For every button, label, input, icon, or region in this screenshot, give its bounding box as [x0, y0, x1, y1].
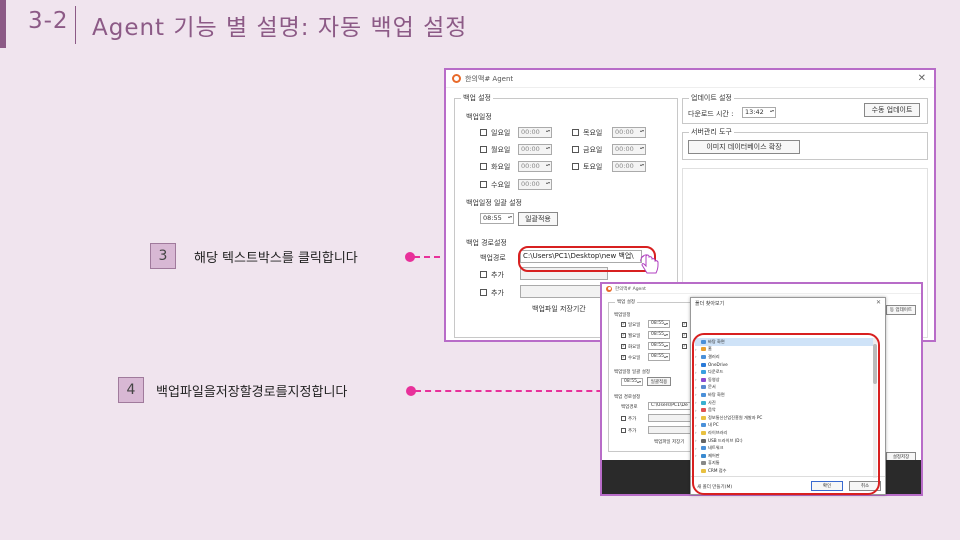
server-tools-group-title: 서버관리 도구: [689, 127, 734, 137]
schedule-label: 백업일정: [466, 113, 492, 121]
small-path-label: 백업경로: [621, 405, 638, 410]
download-time-label: 다운로드 시간 :: [688, 110, 734, 118]
small-checkbox-col2-3[interactable]: [682, 343, 687, 349]
download-time-input[interactable]: 13:42: [742, 107, 776, 118]
app-logo-icon-small: [606, 285, 612, 292]
small-add-2-input[interactable]: [648, 426, 692, 434]
checkbox-monday[interactable]: [480, 146, 487, 153]
bulk-time-input[interactable]: 08:55: [480, 213, 514, 224]
small-checkbox-add-2[interactable]: [621, 428, 626, 433]
retention-label: 백업파일 저장기간: [532, 305, 586, 313]
close-icon[interactable]: ✕: [918, 73, 926, 84]
small-bulk-time-input[interactable]: 08:55: [621, 378, 643, 386]
small-time-monday[interactable]: 08:55: [648, 331, 670, 339]
small-checkbox-add-1[interactable]: [621, 416, 626, 421]
agent-window-small-titlebar: 한의맥# Agent: [602, 284, 921, 294]
add-path-2-input[interactable]: [520, 285, 608, 298]
backup-path-label: 백업경로: [480, 254, 506, 262]
add-path-2-label: 추가: [491, 289, 504, 297]
folder-dialog-close-icon[interactable]: ✕: [876, 299, 881, 306]
checkbox-thursday[interactable]: [572, 129, 579, 136]
title-divider: [75, 6, 76, 44]
slide-title: Agent 기능 별 설명: 자동 백업 설정: [92, 15, 468, 41]
small-time-wednesday[interactable]: 08:55: [648, 353, 670, 361]
checkbox-add-path-2[interactable]: [480, 289, 487, 296]
small-label-wednesday: 수요일: [628, 356, 641, 361]
hand-pointer-icon: [640, 254, 659, 274]
checkbox-friday[interactable]: [572, 146, 579, 153]
label-tuesday: 화요일: [491, 163, 511, 171]
small-backup-group-title: 백업 설정: [615, 299, 637, 305]
bulk-schedule-label: 백업일정 일괄 설정: [466, 199, 522, 207]
small-schedule-label: 백업일정: [614, 313, 631, 318]
small-label-tuesday: 화요일: [628, 345, 641, 350]
small-label-monday: 월요일: [628, 334, 641, 339]
small-bulk-apply-button[interactable]: 일괄적용: [647, 377, 671, 386]
agent-window-titlebar: 한의맥# Agent ✕: [446, 70, 934, 88]
agent-window-title: 한의맥# Agent: [465, 74, 514, 83]
step-3-badge: 3: [150, 243, 176, 269]
backup-path-section-label: 백업 경로설정: [466, 239, 507, 247]
label-thursday: 목요일: [583, 129, 603, 137]
time-wednesday[interactable]: 00:00: [518, 179, 552, 190]
small-checkbox-col2-2[interactable]: [682, 332, 687, 338]
label-monday: 월요일: [491, 146, 511, 154]
small-checkbox-tuesday[interactable]: [621, 343, 626, 349]
checkbox-add-path-1[interactable]: [480, 271, 487, 278]
time-monday[interactable]: 00:00: [518, 144, 552, 155]
label-wednesday: 수요일: [491, 181, 511, 189]
label-friday: 금요일: [583, 146, 603, 154]
small-manual-update-button[interactable]: 동 업데이트: [886, 305, 916, 315]
checkbox-saturday[interactable]: [572, 163, 579, 170]
small-checkbox-col2-1[interactable]: [682, 321, 687, 327]
small-time-tuesday[interactable]: 08:55: [648, 342, 670, 350]
small-path-input[interactable]: C:\Users\PC1\De: [648, 402, 692, 410]
small-checkbox-sunday[interactable]: [621, 321, 626, 327]
small-label-sunday: 일요일: [628, 323, 641, 328]
manual-update-button[interactable]: 수동 업데이트: [864, 103, 920, 117]
agent-window-small-title: 한의맥# Agent: [615, 286, 646, 292]
time-saturday[interactable]: 00:00: [612, 161, 646, 172]
bulk-apply-button[interactable]: 일괄적용: [518, 212, 558, 226]
image-db-expand-button[interactable]: 이미지 데이터베이스 확장: [688, 140, 800, 154]
time-friday[interactable]: 00:00: [612, 144, 646, 155]
update-settings-group-title: 업데이트 설정: [689, 93, 734, 103]
checkbox-tuesday[interactable]: [480, 163, 487, 170]
label-sunday: 일요일: [491, 129, 511, 137]
small-checkbox-monday[interactable]: [621, 332, 626, 338]
time-sunday[interactable]: 00:00: [518, 127, 552, 138]
title-accent-bar: [0, 0, 6, 48]
small-add-1-label: 추가: [628, 417, 637, 422]
folder-dialog-title: 폴더 찾아보기: [695, 301, 725, 307]
highlight-folder-tree: [692, 333, 880, 495]
small-retention-label: 백업파일 저장기: [654, 440, 685, 445]
step-3-text: 해당 텍스트박스를 클릭합니다: [194, 251, 358, 266]
checkbox-sunday[interactable]: [480, 129, 487, 136]
small-add-2-label: 추가: [628, 429, 637, 434]
slide-number: 3-2: [28, 8, 69, 34]
small-checkbox-wednesday[interactable]: [621, 354, 626, 360]
add-path-1-label: 추가: [491, 271, 504, 279]
small-bulk-label: 백업일정 일괄 설정: [614, 370, 650, 375]
step-4-text: 백업파일을저장할경로를지정합니다: [156, 385, 348, 400]
checkbox-wednesday[interactable]: [480, 181, 487, 188]
backup-settings-group-title: 백업 설정: [461, 93, 493, 103]
highlight-backup-path: [518, 246, 656, 272]
time-thursday[interactable]: 00:00: [612, 127, 646, 138]
time-tuesday[interactable]: 00:00: [518, 161, 552, 172]
small-time-sunday[interactable]: 08:55: [648, 320, 670, 328]
app-logo-icon: [452, 74, 461, 83]
small-path-section-label: 백업 경로설정: [614, 395, 641, 400]
label-saturday: 토요일: [583, 163, 603, 171]
small-add-1-input[interactable]: [648, 414, 692, 422]
step-4-badge: 4: [118, 377, 144, 403]
